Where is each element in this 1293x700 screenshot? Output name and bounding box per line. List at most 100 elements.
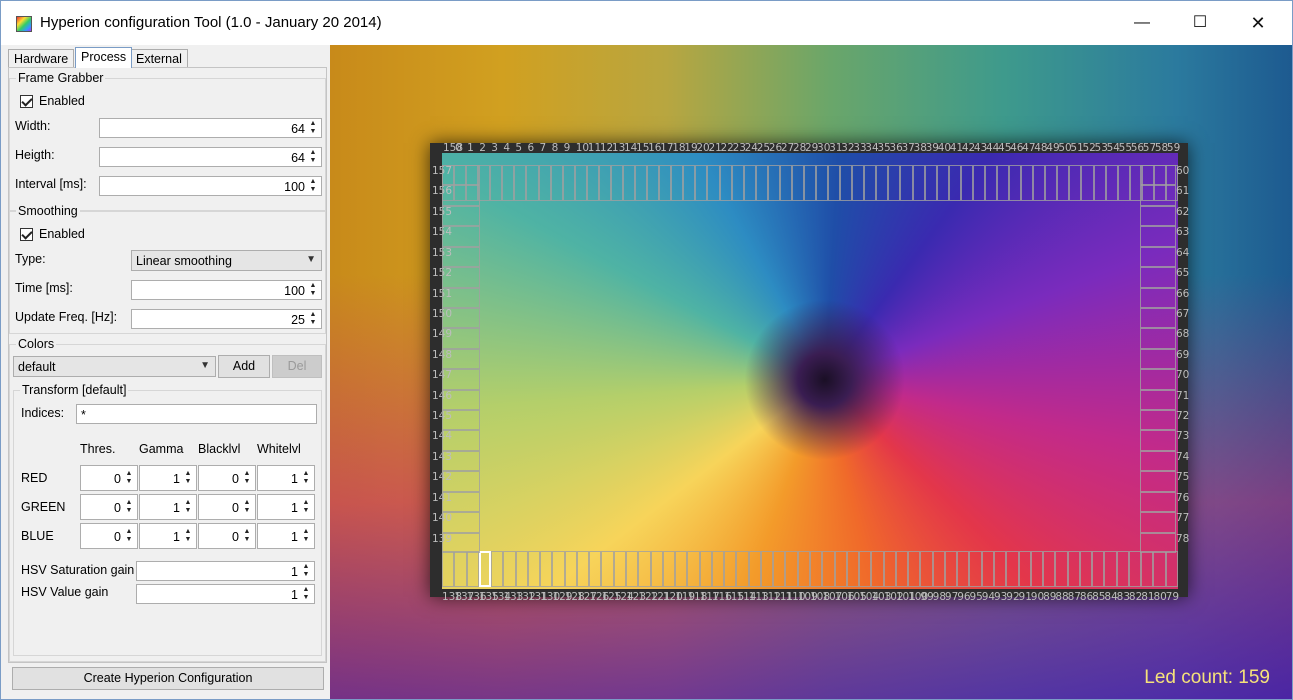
led-right[interactable] [1140, 430, 1176, 451]
tab-external[interactable]: External [130, 49, 188, 68]
led-left[interactable] [442, 205, 480, 227]
led-right[interactable] [1140, 246, 1176, 268]
led-right[interactable] [1140, 307, 1176, 329]
red-gamma-spinbox[interactable]: 1 ▲ ▼ [139, 465, 197, 491]
led-bottom[interactable] [601, 551, 614, 587]
led-top[interactable] [622, 165, 636, 201]
led-top[interactable] [924, 165, 937, 201]
led-left[interactable] [442, 389, 480, 411]
led-bottom[interactable] [724, 551, 737, 587]
led-bottom[interactable] [1165, 551, 1178, 587]
led-left[interactable] [442, 226, 480, 247]
led-top[interactable] [755, 165, 768, 201]
led-bottom[interactable] [1092, 551, 1105, 587]
red-blacklvl-spinbox[interactable]: 0 ▲ ▼ [198, 465, 256, 491]
led-number-right[interactable]: 61 [1176, 185, 1189, 197]
green-whitelvl-spinbox[interactable]: 1 ▲ ▼ [257, 494, 315, 520]
led-bottom[interactable] [1030, 551, 1044, 587]
led-bottom[interactable] [908, 551, 921, 587]
led-bottom[interactable] [969, 551, 982, 587]
led-bottom[interactable] [491, 551, 504, 587]
led-number-right[interactable]: 76 [1176, 492, 1189, 504]
led-number-top[interactable]: 2 [479, 142, 486, 154]
led-bottom[interactable] [650, 551, 663, 587]
led-top[interactable] [984, 165, 997, 201]
led-top[interactable] [1105, 165, 1118, 201]
led-number-right[interactable]: 62 [1176, 206, 1189, 218]
led-right[interactable] [1140, 348, 1176, 370]
smoothing-time-spinbox[interactable]: 100 ▲ ▼ [131, 280, 322, 300]
led-top[interactable] [683, 165, 696, 201]
led-right[interactable] [1140, 491, 1176, 513]
smoothing-enabled-checkbox[interactable] [20, 228, 33, 241]
led-right[interactable] [1140, 369, 1176, 390]
create-config-button[interactable]: Create Hyperion Configuration [12, 667, 324, 690]
led-bottom[interactable] [699, 551, 712, 587]
led-top[interactable] [514, 165, 527, 201]
led-bottom[interactable] [797, 551, 810, 587]
led-right[interactable] [1140, 267, 1176, 288]
led-number-right[interactable]: 74 [1176, 451, 1189, 463]
led-left[interactable] [442, 369, 480, 390]
led-right[interactable] [1140, 165, 1176, 186]
led-number-right[interactable]: 65 [1176, 267, 1189, 279]
led-bottom[interactable] [613, 551, 626, 587]
led-bottom[interactable] [1043, 551, 1056, 587]
led-number-right[interactable]: 68 [1176, 328, 1189, 340]
led-bottom[interactable] [760, 551, 774, 587]
led-top[interactable] [659, 165, 672, 201]
led-top[interactable] [888, 165, 901, 201]
led-top[interactable] [900, 165, 913, 201]
led-right[interactable] [1140, 185, 1176, 206]
led-top[interactable] [1045, 165, 1058, 201]
hsv-value-stepper[interactable]: ▲ ▼ [300, 586, 312, 602]
led-left[interactable] [442, 246, 480, 268]
led-top[interactable] [695, 165, 708, 201]
led-right[interactable] [1140, 410, 1176, 431]
del-button[interactable]: Del [272, 355, 322, 378]
led-bottom[interactable] [871, 551, 884, 587]
hsv-saturation-stepper[interactable]: ▲ ▼ [300, 563, 312, 579]
led-top[interactable] [1069, 165, 1082, 201]
led-number-right[interactable]: 64 [1176, 247, 1189, 259]
led-bottom[interactable] [638, 551, 651, 587]
led-top[interactable] [791, 165, 804, 201]
led-number-top[interactable]: 5 [515, 142, 522, 154]
led-top[interactable] [1009, 165, 1022, 201]
led-left[interactable] [442, 450, 480, 472]
led-bottom[interactable] [1141, 551, 1154, 587]
led-bottom[interactable] [883, 551, 896, 587]
led-bottom[interactable] [846, 551, 860, 587]
led-bottom[interactable] [1079, 551, 1093, 587]
smoothing-type-select[interactable]: Linear smoothing ▼ [131, 250, 322, 271]
led-bottom[interactable] [1018, 551, 1031, 587]
green-whitelvl-stepper[interactable]: ▲ ▼ [300, 499, 312, 515]
led-bottom[interactable] [576, 551, 590, 587]
led-top[interactable] [1021, 165, 1034, 201]
led-left[interactable] [442, 307, 480, 329]
green-thres-stepper[interactable]: ▲ ▼ [123, 499, 135, 515]
tab-hardware[interactable]: Hardware [8, 49, 75, 68]
led-top[interactable] [948, 165, 961, 201]
red-whitelvl-spinbox[interactable]: 1 ▲ ▼ [257, 465, 315, 491]
led-left[interactable] [442, 185, 480, 206]
led-bottom[interactable] [1153, 551, 1166, 587]
hsv-value-spinbox[interactable]: 1 ▲ ▼ [136, 584, 315, 604]
led-bottom[interactable] [785, 551, 798, 587]
led-number-right[interactable]: 69 [1176, 349, 1189, 361]
interval-stepper[interactable]: ▲ ▼ [307, 178, 319, 194]
led-top[interactable] [647, 165, 660, 201]
led-right[interactable] [1140, 450, 1176, 472]
led-number-top[interactable]: 1 [467, 142, 474, 154]
led-bottom[interactable] [957, 551, 970, 587]
led-bottom[interactable] [944, 551, 958, 587]
led-top[interactable] [912, 165, 925, 201]
green-gamma-spinbox[interactable]: 1 ▲ ▼ [139, 494, 197, 520]
led-bottom[interactable] [466, 551, 479, 587]
led-left[interactable] [442, 532, 480, 553]
led-number-top[interactable]: 7 [540, 142, 547, 154]
led-top[interactable] [586, 165, 599, 201]
led-top[interactable] [743, 165, 756, 201]
red-blacklvl-stepper[interactable]: ▲ ▼ [241, 470, 253, 486]
update-freq-spinbox[interactable]: 25 ▲ ▼ [131, 309, 322, 329]
